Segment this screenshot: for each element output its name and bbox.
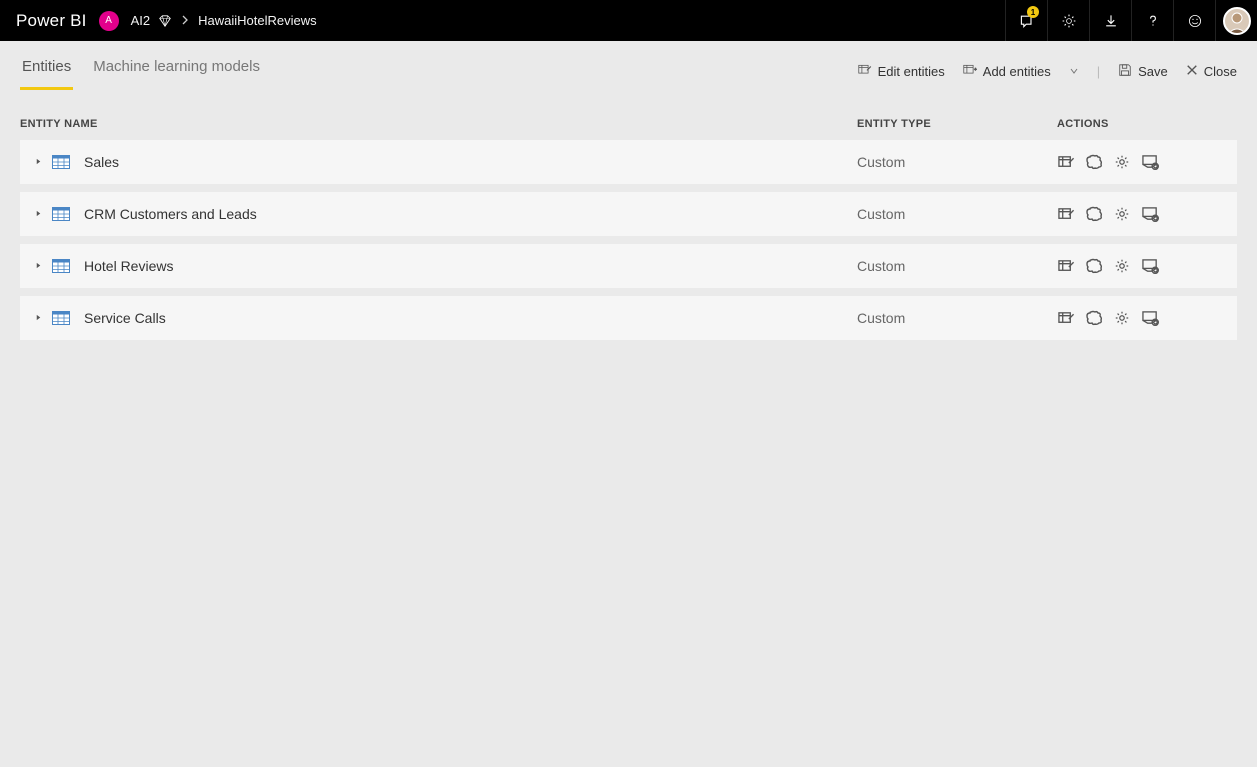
action-ml-brain-icon[interactable] xyxy=(1085,153,1103,171)
row-expander[interactable] xyxy=(30,209,46,220)
table-icon xyxy=(52,259,70,273)
action-settings-icon[interactable] xyxy=(1113,309,1131,327)
add-entities-icon xyxy=(963,63,977,80)
tab-ml-models[interactable]: Machine learning models xyxy=(91,58,262,90)
header-left: Power BI A AI2 HawaiiHotelReviews xyxy=(16,11,317,31)
save-label: Save xyxy=(1138,64,1168,79)
entity-type: Custom xyxy=(857,310,1057,326)
edit-entities-icon xyxy=(858,63,872,80)
action-properties-icon[interactable] xyxy=(1057,309,1075,327)
entity-type: Custom xyxy=(857,258,1057,274)
chevron-right-icon xyxy=(180,14,190,28)
table-row: CRM Customers and Leads Custom xyxy=(20,192,1237,236)
edit-entities-button[interactable]: Edit entities xyxy=(858,63,945,80)
entity-name[interactable]: Service Calls xyxy=(84,310,857,326)
action-incremental-refresh-icon[interactable] xyxy=(1141,257,1159,275)
add-entities-button[interactable]: Add entities xyxy=(963,63,1051,80)
action-settings-icon[interactable] xyxy=(1113,257,1131,275)
table-icon xyxy=(52,311,70,325)
add-entities-dropdown[interactable] xyxy=(1069,64,1079,79)
action-ml-brain-icon[interactable] xyxy=(1085,257,1103,275)
col-header-actions: ACTIONS xyxy=(1057,118,1237,130)
entity-type: Custom xyxy=(857,154,1057,170)
entity-type: Custom xyxy=(857,206,1057,222)
feedback-smile-button[interactable] xyxy=(1173,0,1215,41)
toolbar-actions: Edit entities Add entities | Save Close xyxy=(858,63,1237,90)
row-expander[interactable] xyxy=(30,261,46,272)
entity-actions xyxy=(1057,257,1237,275)
help-button[interactable] xyxy=(1131,0,1173,41)
entity-name[interactable]: Sales xyxy=(84,154,857,170)
tab-entities[interactable]: Entities xyxy=(20,58,73,90)
entity-name[interactable]: Hotel Reviews xyxy=(84,258,857,274)
global-header: Power BI A AI2 HawaiiHotelReviews 1 xyxy=(0,0,1257,41)
page-tabs: Entities Machine learning models xyxy=(20,41,262,90)
entity-actions xyxy=(1057,309,1237,327)
table-row: Hotel Reviews Custom xyxy=(20,244,1237,288)
action-properties-icon[interactable] xyxy=(1057,153,1075,171)
action-ml-brain-icon[interactable] xyxy=(1085,205,1103,223)
workspace-avatar[interactable]: A xyxy=(99,11,119,31)
breadcrumb: AI2 HawaiiHotelReviews xyxy=(131,13,317,28)
action-ml-brain-icon[interactable] xyxy=(1085,309,1103,327)
col-header-type: ENTITY TYPE xyxy=(857,118,1057,130)
breadcrumb-page[interactable]: HawaiiHotelReviews xyxy=(198,13,317,28)
page-toolbar: Entities Machine learning models Edit en… xyxy=(0,41,1257,90)
action-incremental-refresh-icon[interactable] xyxy=(1141,205,1159,223)
close-button[interactable]: Close xyxy=(1186,64,1237,79)
table-icon xyxy=(52,207,70,221)
save-button[interactable]: Save xyxy=(1118,63,1168,80)
close-icon xyxy=(1186,64,1198,79)
entity-actions xyxy=(1057,205,1237,223)
download-button[interactable] xyxy=(1089,0,1131,41)
add-entities-label: Add entities xyxy=(983,64,1051,79)
action-incremental-refresh-icon[interactable] xyxy=(1141,153,1159,171)
entity-name[interactable]: CRM Customers and Leads xyxy=(84,206,857,222)
workspace-initial: A xyxy=(105,15,112,26)
row-expander[interactable] xyxy=(30,157,46,168)
action-settings-icon[interactable] xyxy=(1113,153,1131,171)
action-incremental-refresh-icon[interactable] xyxy=(1141,309,1159,327)
save-icon xyxy=(1118,63,1132,80)
close-label: Close xyxy=(1204,64,1237,79)
premium-diamond-icon xyxy=(158,14,172,28)
header-right: 1 xyxy=(1005,0,1257,41)
table-header: ENTITY NAME ENTITY TYPE ACTIONS xyxy=(0,90,1257,140)
action-properties-icon[interactable] xyxy=(1057,257,1075,275)
notification-badge: 1 xyxy=(1027,6,1039,18)
toolbar-separator: | xyxy=(1097,64,1100,79)
table-icon xyxy=(52,155,70,169)
product-name: Power BI xyxy=(16,11,87,31)
table-row: Sales Custom xyxy=(20,140,1237,184)
table-row: Service Calls Custom xyxy=(20,296,1237,340)
notifications-button[interactable]: 1 xyxy=(1005,0,1047,41)
entity-list: Sales Custom CRM Customers and Leads Cus… xyxy=(0,140,1257,340)
profile-button[interactable] xyxy=(1215,0,1257,41)
col-header-name: ENTITY NAME xyxy=(20,118,857,130)
row-expander[interactable] xyxy=(30,313,46,324)
edit-entities-label: Edit entities xyxy=(878,64,945,79)
action-settings-icon[interactable] xyxy=(1113,205,1131,223)
action-properties-icon[interactable] xyxy=(1057,205,1075,223)
breadcrumb-workspace[interactable]: AI2 xyxy=(131,13,151,28)
entity-actions xyxy=(1057,153,1237,171)
chevron-down-icon xyxy=(1069,64,1079,79)
settings-button[interactable] xyxy=(1047,0,1089,41)
avatar xyxy=(1223,7,1251,35)
